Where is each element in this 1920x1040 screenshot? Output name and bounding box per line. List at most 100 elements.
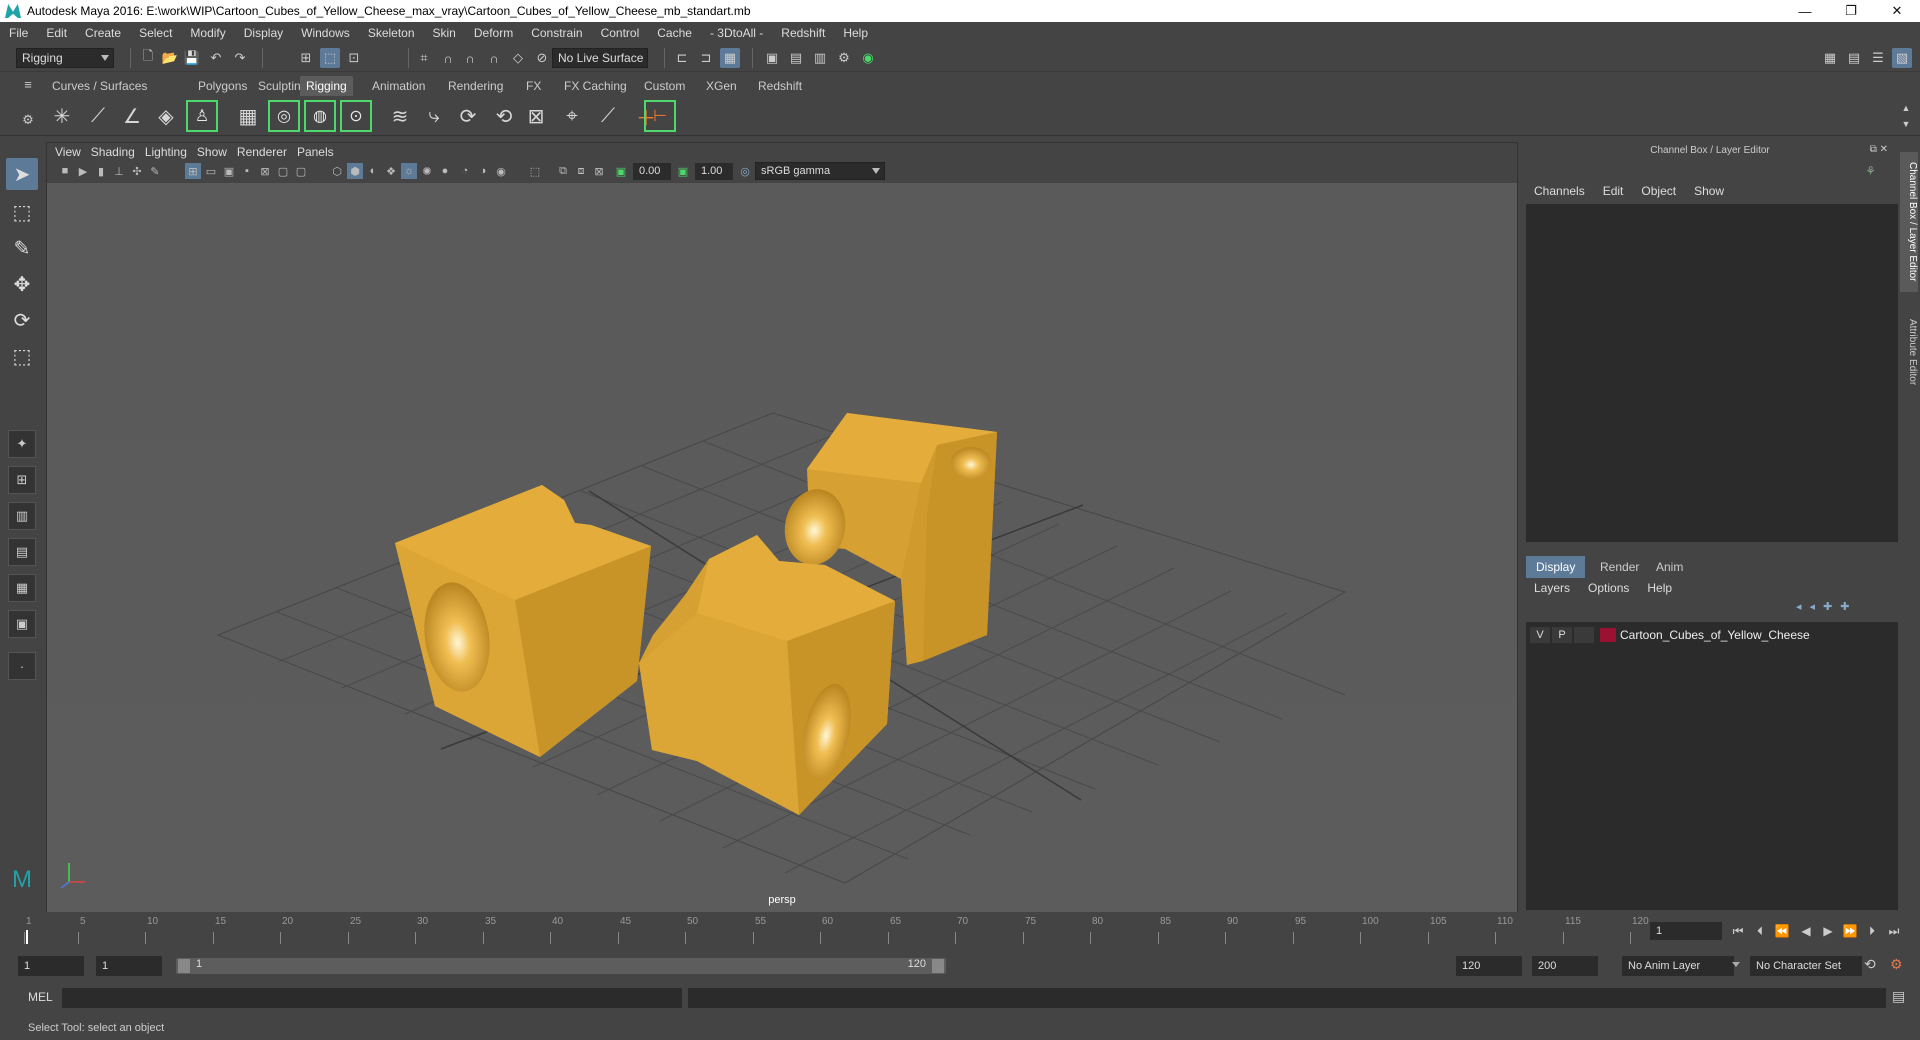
layers-menu[interactable]: Layers [1534, 581, 1588, 595]
shelf-scroll-down-icon[interactable]: ▼ [1896, 114, 1916, 134]
layer-visibility-toggle[interactable]: V [1530, 627, 1550, 643]
hypershade-icon[interactable]: ◉ [858, 48, 878, 68]
gamma-icon[interactable]: ▣ [675, 163, 691, 179]
anim-layer-dropdown[interactable]: No Anim Layer [1622, 956, 1734, 976]
new-scene-icon[interactable]: 🗋 [138, 48, 158, 68]
blend-shape-icon[interactable]: ⌖ [556, 100, 588, 132]
side-tab-attribute-editor[interactable]: Attribute Editor [1900, 302, 1918, 402]
menu-cache[interactable]: Cache [648, 26, 701, 40]
redo-icon[interactable]: ↷ [230, 48, 250, 68]
go-to-start-icon[interactable]: ⏮ [1728, 922, 1748, 940]
ik-spline-icon[interactable]: ◈ [150, 100, 182, 132]
animation-start-field[interactable]: 1 [18, 956, 84, 976]
render-frame-icon[interactable]: ▤ [786, 48, 806, 68]
anti-aliasing-icon[interactable]: ◑ [475, 163, 491, 179]
panel-float-close-icon[interactable]: ⧉ ✕ [1870, 144, 1888, 155]
tab-fx[interactable]: FX [520, 76, 547, 96]
step-back-frame-icon[interactable]: ⏴ [1750, 922, 1770, 940]
shadows-icon[interactable]: ✺ [419, 163, 435, 179]
shelf-menu-icon[interactable]: ≡ [18, 74, 38, 94]
menu-redshift[interactable]: Redshift [772, 26, 834, 40]
single-perspective-layout-icon[interactable]: ✦ [8, 430, 36, 458]
layer-playback-toggle[interactable]: P [1552, 627, 1572, 643]
screen-space-ao-icon[interactable]: ● [437, 163, 453, 179]
grid-icon[interactable]: ⊞ [185, 163, 201, 179]
current-frame-field[interactable]: 1 [1650, 922, 1722, 940]
range-start-handle[interactable] [178, 959, 190, 973]
smooth-bind-icon[interactable]: ◎ [268, 100, 300, 132]
menu-display[interactable]: Display [235, 26, 292, 40]
new-layer-selected-icon[interactable]: ✚ [1840, 600, 1849, 613]
safe-title-icon[interactable]: ▢ [293, 163, 309, 179]
channels-menu[interactable]: Channels [1534, 184, 1603, 198]
cluster-icon[interactable]: ≋ [384, 100, 416, 132]
insert-joint-icon[interactable]: ⟋ [82, 100, 114, 132]
play-backwards-icon[interactable]: ◀ [1796, 922, 1816, 940]
time-slider[interactable]: 1 5 10 15 20 25 30 35 40 45 50 55 60 65 70 75 80 85 90 95 10… [22, 914, 1649, 946]
viewport-menu-renderer[interactable]: Renderer [237, 145, 297, 159]
wire-deformer-icon[interactable]: ⟋ [592, 100, 624, 132]
isolate-select-icon[interactable]: ⬚ [527, 163, 543, 179]
create-joints-icon[interactable]: ✳ [46, 100, 78, 132]
image-plane-icon[interactable]: ⊥ [111, 163, 127, 179]
menu-set-dropdown[interactable]: Rigging [16, 48, 114, 68]
output-ops-icon[interactable]: ⊐ [696, 48, 716, 68]
menu-modify[interactable]: Modify [181, 26, 234, 40]
select-tool-icon[interactable]: ➤ [6, 158, 38, 190]
undo-icon[interactable]: ↶ [206, 48, 226, 68]
use-all-lights-icon[interactable]: ☼ [401, 163, 417, 179]
snap-view-icon[interactable]: ∩ [484, 48, 504, 68]
menu-constrain[interactable]: Constrain [522, 26, 591, 40]
attribute-editor-toggle-icon[interactable]: ☰ [1868, 48, 1888, 68]
viewport-menu-view[interactable]: View [55, 145, 91, 159]
menu-edit[interactable]: Edit [37, 26, 76, 40]
view-transform-dropdown[interactable]: sRGB gamma [755, 162, 885, 180]
tab-custom[interactable]: Custom [638, 76, 691, 96]
options-menu[interactable]: Options [1588, 581, 1647, 595]
interactive-bind-icon[interactable]: ◍ [304, 100, 336, 132]
film-gate-icon[interactable]: ▭ [203, 163, 219, 179]
channelbox-toggle-icon[interactable]: ▤ [1844, 48, 1864, 68]
channel-box-area[interactable] [1526, 204, 1898, 542]
xray-joints-icon[interactable]: ⧈ [573, 163, 589, 179]
xray-active-icon[interactable]: ⊠ [591, 163, 607, 179]
wireframe-icon[interactable]: ⬡ [329, 163, 345, 179]
step-forward-frame-icon[interactable]: ⏵ [1862, 922, 1882, 940]
tab-curves-surfaces[interactable]: Curves / Surfaces [46, 76, 153, 96]
persp-graph-hypergraph-layout-icon[interactable]: ▣ [8, 610, 36, 638]
side-tab-channel-box[interactable]: Channel Box / Layer Editor [1900, 152, 1918, 292]
persp-graph-layout-icon[interactable]: ▤ [8, 538, 36, 566]
tab-rigging[interactable]: Rigging [300, 76, 353, 96]
tab-render[interactable]: Render [1590, 556, 1649, 578]
live-surface-field[interactable]: No Live Surface [552, 48, 648, 68]
menu-control[interactable]: Control [592, 26, 649, 40]
new-layer-icon[interactable]: ✚ [1823, 600, 1832, 613]
menu-select[interactable]: Select [130, 26, 181, 40]
paint-select-tool-icon[interactable]: ✎ [6, 232, 38, 264]
command-input[interactable] [62, 988, 682, 1008]
orient-constraint-icon[interactable]: ⟲ [488, 100, 520, 132]
render-settings-icon[interactable]: ⚙ [834, 48, 854, 68]
resolution-gate-icon[interactable]: ▣ [221, 163, 237, 179]
select-camera-icon[interactable]: ■ [57, 163, 73, 179]
field-chart-icon[interactable]: ⊠ [257, 163, 273, 179]
channel-box-options-icon[interactable]: ⚘ [1865, 164, 1876, 178]
select-by-component-icon[interactable]: ⊡ [344, 48, 364, 68]
viewport-menu-panels[interactable]: Panels [297, 145, 344, 159]
tab-polygons[interactable]: Polygons [192, 76, 253, 96]
layer-color-swatch[interactable] [1600, 628, 1616, 642]
ipr-render-icon[interactable]: ▥ [810, 48, 830, 68]
input-ops-icon[interactable]: ⊏ [672, 48, 692, 68]
auto-key-icon[interactable]: ⟲ [1864, 956, 1884, 976]
menu-file[interactable]: File [0, 26, 37, 40]
perspective-viewport[interactable]: persp [47, 183, 1517, 912]
snap-point-icon[interactable]: ∩ [460, 48, 480, 68]
safe-action-icon[interactable]: ▢ [275, 163, 291, 179]
point-constraint-icon[interactable]: ⟳ [452, 100, 484, 132]
shelf-options-icon[interactable]: ⚙ [18, 110, 38, 130]
lasso-tool-icon[interactable]: ⬚ [6, 196, 38, 228]
menu-windows[interactable]: Windows [292, 26, 359, 40]
snap-grid-icon[interactable]: ⌗ [414, 48, 434, 68]
viewport-menu-lighting[interactable]: Lighting [145, 145, 197, 159]
menu-3dtoall[interactable]: - 3DtoAll - [701, 26, 772, 40]
